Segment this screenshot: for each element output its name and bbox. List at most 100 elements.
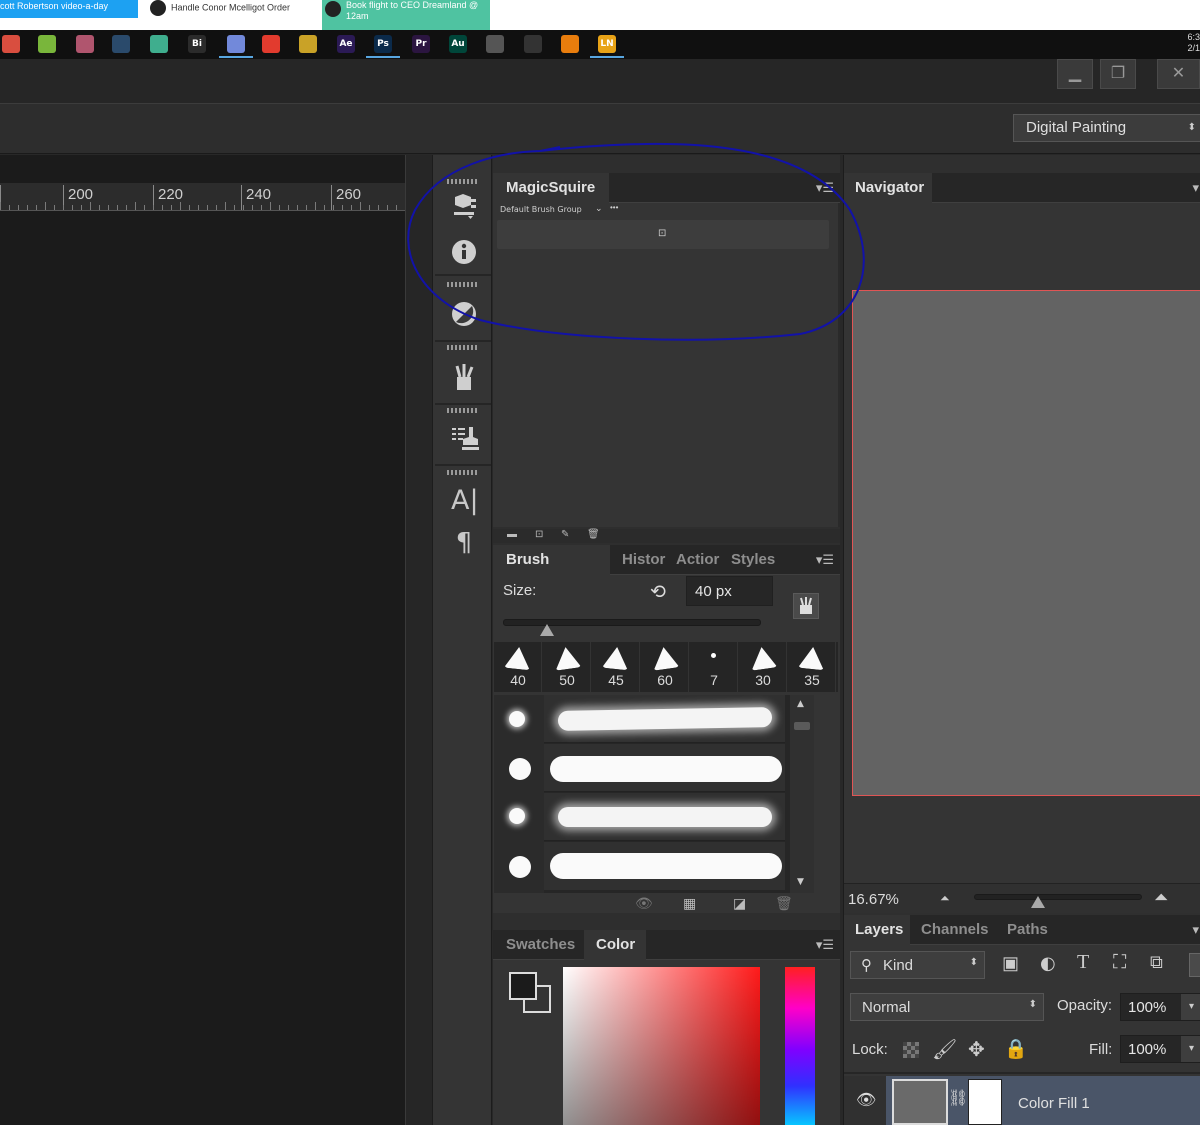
filter-adjustment-icon[interactable]: ◐ (1040, 953, 1056, 974)
panel-grip[interactable] (447, 408, 479, 413)
toggle-preview-icon[interactable]: 👁 (635, 895, 653, 912)
size-input[interactable]: 40 px (686, 576, 773, 606)
photoshop-icon[interactable]: Ps (374, 35, 392, 53)
zoom-value[interactable]: 16.67% (848, 891, 899, 908)
app6-icon[interactable]: Bi (188, 35, 206, 53)
filter-toggle-button[interactable] (1189, 953, 1200, 977)
new-preset-icon[interactable]: ◪ (733, 895, 746, 912)
filter-smart-object-icon[interactable]: ⧉ (1150, 952, 1163, 973)
notification-item[interactable]: Book flight to CEO Dreamland @ 12am (322, 0, 490, 30)
tab-styles[interactable]: Styles (721, 545, 781, 575)
layer-mask-thumbnail[interactable] (968, 1079, 1002, 1125)
canvas-scroll-strip[interactable] (405, 155, 432, 1125)
folder-icon[interactable]: ▬ (507, 529, 517, 540)
tab-brush-presets[interactable]: Brush Presets (493, 545, 610, 598)
chevron-down-icon[interactable]: ▾ (1181, 994, 1200, 1020)
scroll-down-icon[interactable]: ▼ (797, 877, 804, 887)
list-item[interactable] (544, 793, 785, 841)
lock-position-icon[interactable]: ✥ (968, 1037, 985, 1061)
brush-preset-tip[interactable]: 45 (592, 642, 640, 692)
panel-grip[interactable] (447, 179, 479, 184)
filter-kind-select[interactable]: ⚲ Kind ⬍ (850, 951, 985, 979)
panel-menu-icon[interactable]: ▾☰ (816, 938, 834, 953)
app17-icon[interactable]: LN (598, 35, 616, 53)
opacity-input[interactable]: 100% ▾ (1120, 993, 1200, 1021)
create-preset-button[interactable] (793, 593, 819, 619)
color-field[interactable] (563, 967, 760, 1125)
brush-preset-tip[interactable]: 60 (641, 642, 689, 692)
blend-mode-select[interactable]: Normal ⬍ (850, 993, 1044, 1021)
clone-source-icon[interactable] (451, 425, 479, 451)
info-icon[interactable] (451, 239, 477, 265)
notification-item[interactable]: cott Robertson video-a-day (0, 0, 138, 18)
chevron-down-icon[interactable]: ⌄ (595, 204, 603, 214)
panel-menu-icon[interactable]: ▾☰ (816, 553, 834, 568)
visibility-eye-icon[interactable]: 👁 (856, 1090, 876, 1109)
restore-button[interactable]: ❐ (1100, 59, 1136, 89)
lock-transparency-icon[interactable] (903, 1042, 919, 1058)
tab-paths[interactable]: Paths (996, 915, 1056, 945)
layer-row[interactable]: 👁 ⛓ Color Fill 1 (844, 1076, 1200, 1125)
steam-icon[interactable] (112, 35, 130, 53)
filter-type-icon[interactable]: T (1077, 951, 1089, 974)
group-more-icon[interactable]: ••• (610, 203, 618, 212)
reset-size-icon[interactable]: ⟲ (650, 581, 666, 603)
panel-menu-icon[interactable]: ▾ (1192, 923, 1199, 938)
filter-shape-icon[interactable]: ⛶ (1113, 952, 1126, 974)
audition-icon[interactable]: Au (449, 35, 467, 53)
tab-actions[interactable]: Actior (665, 545, 721, 575)
brush-preset-tip[interactable]: 35 (788, 642, 836, 692)
layer-fill-thumbnail[interactable] (892, 1079, 948, 1125)
lock-pixels-icon[interactable]: 🖌 (932, 1037, 957, 1062)
3d-properties-icon[interactable] (451, 193, 477, 219)
tab-history[interactable]: Histor (610, 545, 668, 575)
panel-grip[interactable] (447, 282, 479, 287)
adjustments-icon[interactable] (451, 301, 477, 327)
zoom-slider-track[interactable] (974, 894, 1142, 900)
trash-icon[interactable]: 🗑 (775, 895, 793, 912)
tab-channels[interactable]: Channels (910, 915, 996, 945)
size-slider-thumb[interactable] (539, 624, 554, 636)
app14-icon[interactable] (486, 35, 504, 53)
chevron-down-icon[interactable]: ▾ (1181, 1036, 1200, 1062)
premiere-icon[interactable]: Pr (412, 35, 430, 53)
link-icon[interactable]: ⛓ (948, 1088, 968, 1107)
tab-magicsquire[interactable]: MagicSquire (493, 173, 609, 203)
chrome-icon[interactable] (2, 35, 20, 53)
document-canvas[interactable] (0, 155, 410, 1125)
brush-preset-tip[interactable]: 7 (690, 642, 738, 692)
brush-presets-icon[interactable] (451, 362, 477, 390)
zoom-in-icon[interactable]: ⏶ (1154, 887, 1168, 908)
notification-item[interactable]: Handle Conor Mcelligot Order (150, 0, 318, 18)
panel-menu-icon[interactable]: ▾☰ (816, 181, 834, 196)
discord-icon[interactable] (227, 35, 245, 53)
zoom-slider-thumb[interactable] (1030, 896, 1045, 908)
brush-group-slot[interactable]: ⊡ (497, 220, 829, 249)
panel-menu-icon[interactable]: ▾ (1192, 181, 1199, 196)
minimize-button[interactable]: ▁ (1057, 59, 1093, 89)
scroll-up-icon[interactable]: ▲ (797, 699, 804, 709)
panel-grip[interactable] (447, 345, 479, 350)
app5-icon[interactable] (150, 35, 168, 53)
app9-icon[interactable] (299, 35, 317, 53)
brush-preset-tip[interactable]: 30 (739, 642, 787, 692)
list-item[interactable] (544, 842, 785, 890)
new-item-icon[interactable]: ⊡ (535, 529, 543, 540)
scrollbar[interactable]: ▲ ▼ (790, 695, 814, 893)
close-button[interactable]: ✕ (1157, 59, 1200, 89)
brush-preset-tip[interactable]: 40 (494, 642, 542, 692)
workspace-select[interactable]: Digital Painting ⬍ (1013, 114, 1200, 142)
list-item[interactable] (544, 695, 785, 743)
app8-icon[interactable] (262, 35, 280, 53)
notepad-icon[interactable] (38, 35, 56, 53)
tab-color[interactable]: Color (584, 930, 646, 960)
filter-pixel-icon[interactable]: ▣ (1002, 953, 1019, 974)
brush-preset-tip[interactable]: 50 (543, 642, 591, 692)
fill-input[interactable]: 100% ▾ (1120, 1035, 1200, 1063)
lock-all-icon[interactable]: 🔒 (1004, 1037, 1028, 1061)
brush-group-label[interactable]: Default Brush Group (500, 205, 582, 214)
app15-icon[interactable] (524, 35, 542, 53)
paragraph-icon[interactable]: ¶ (451, 530, 477, 556)
foreground-color-swatch[interactable] (509, 972, 537, 1000)
character-icon[interactable]: A| (451, 487, 479, 514)
